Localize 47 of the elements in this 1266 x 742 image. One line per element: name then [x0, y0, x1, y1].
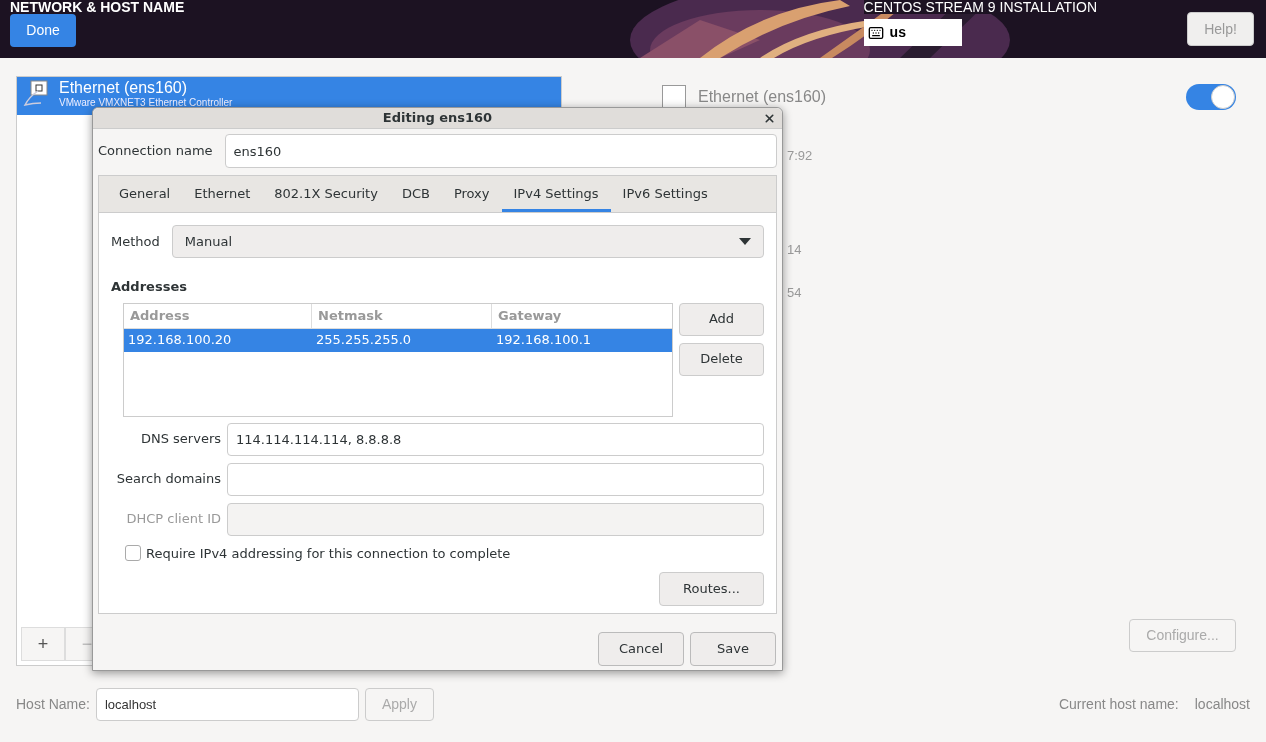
address-row[interactable]: 192.168.100.20 255.255.255.0 192.168.100.1 — [124, 328, 672, 352]
cancel-button[interactable]: Cancel — [598, 632, 684, 666]
delete-button[interactable]: Delete — [679, 342, 764, 376]
connection-name-label: Connection name — [98, 142, 213, 161]
done-button[interactable]: Done — [10, 14, 76, 47]
keyboard-icon — [867, 24, 884, 41]
host-name-field[interactable]: localhost — [95, 688, 359, 721]
tab[interactable]: DCB — [389, 176, 442, 212]
device-list-button[interactable]: + — [21, 627, 65, 661]
dropdown-arrow-icon — [739, 238, 751, 245]
detail-value: 54 — [787, 284, 802, 302]
tab[interactable]: IPv4 Settings — [501, 176, 611, 212]
add-button[interactable]: Add — [679, 302, 764, 336]
save-button[interactable]: Save — [690, 632, 776, 666]
current-host-name-label: Current host name: — [1058, 695, 1179, 714]
table-cell-text: 192.168.100.20 — [127, 331, 233, 350]
field-label: DHCP client ID — [125, 510, 222, 529]
connection-name-field[interactable]: ens160 — [224, 134, 777, 168]
device-title: Ethernet (ens160) — [698, 89, 827, 105]
device-name: Ethernet (ens160) — [59, 79, 189, 97]
routes-button[interactable]: Routes... — [659, 572, 764, 606]
table-cell-text: 255.255.255.0 — [315, 331, 413, 350]
current-host-name: localhost — [1194, 695, 1250, 714]
tab[interactable]: 802.1X Security — [262, 176, 390, 212]
tab[interactable]: Ethernet — [182, 176, 263, 212]
toggle-switch[interactable] — [1186, 84, 1236, 110]
host-name-label: Host Name: — [16, 695, 90, 714]
field-label: DNS servers — [139, 430, 222, 449]
text-field[interactable]: 114.114.114.114, 8.8.8.8 — [227, 422, 764, 456]
method-dropdown[interactable]: Manual — [171, 225, 764, 258]
checkbox[interactable] — [125, 545, 141, 562]
addresses-heading: Addresses — [111, 278, 187, 296]
close-icon[interactable] — [763, 111, 776, 125]
device-description: VMware VMXNET3 Ethernet Controller — [59, 97, 233, 108]
tab[interactable]: Proxy — [441, 176, 502, 212]
product-title: CENTOS STREAM 9 INSTALLATION — [863, 0, 1097, 14]
detail-value: 7:92 — [787, 147, 813, 165]
checkbox-label: Require IPv4 addressing for this connection to complete — [146, 544, 511, 563]
detail-value: 14 — [787, 240, 802, 259]
keyboard-layout-field[interactable]: us — [863, 19, 962, 46]
screen-title: NETWORK & HOST NAME — [10, 0, 185, 14]
table-cell-text: 192.168.100.1 — [495, 331, 593, 350]
tab[interactable]: General — [107, 176, 183, 212]
text-field[interactable] — [227, 462, 764, 496]
field-label: Search domains — [115, 470, 222, 489]
tab[interactable]: IPv6 Settings — [610, 176, 720, 212]
method-label: Method — [111, 232, 160, 251]
